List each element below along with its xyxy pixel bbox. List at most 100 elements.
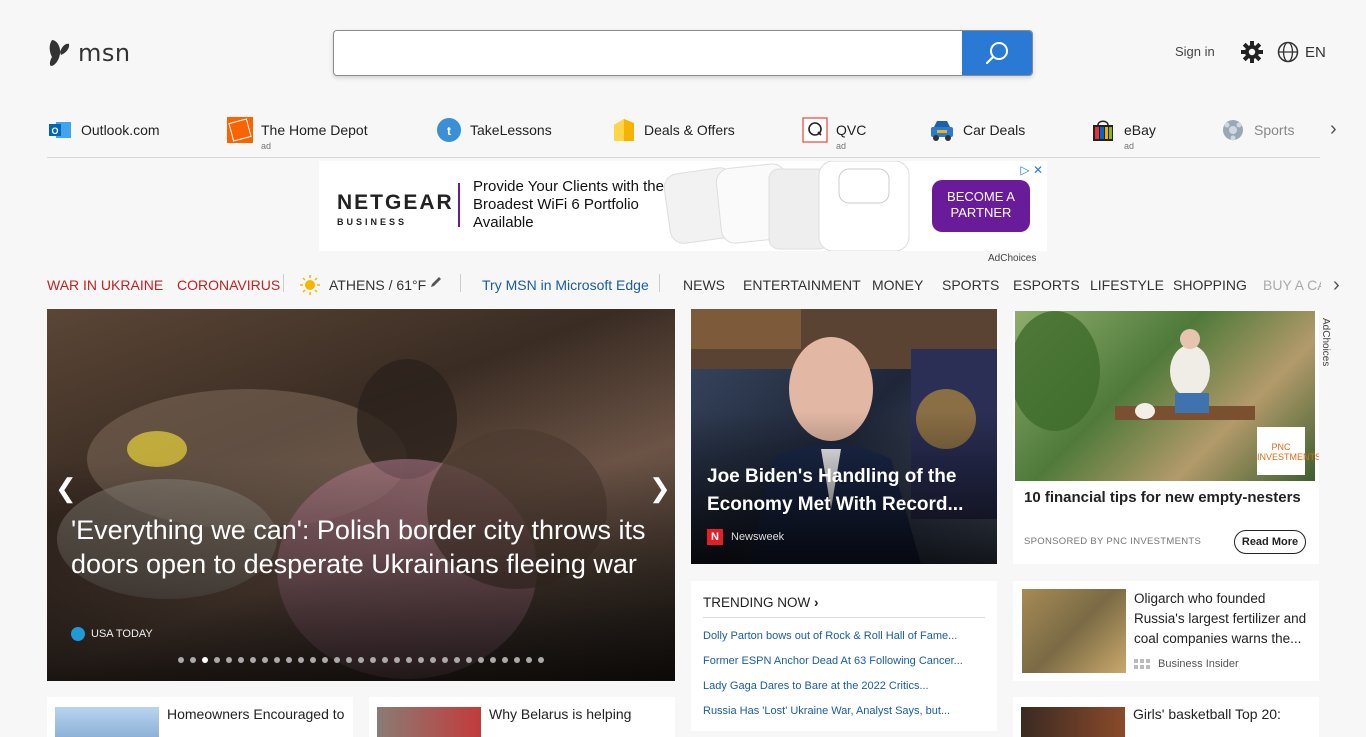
ad-label: ad bbox=[1124, 141, 1135, 151]
carousel-dot[interactable] bbox=[262, 657, 268, 663]
card-headline[interactable]: Girls' basketball Top 20: bbox=[1133, 706, 1281, 722]
nav-coronavirus[interactable]: CORONAVIRUS bbox=[177, 277, 280, 293]
gear-icon[interactable] bbox=[1240, 40, 1264, 64]
source-name: Business Insider bbox=[1158, 658, 1239, 670]
carousel-dot[interactable] bbox=[538, 657, 544, 663]
language-selector[interactable]: EN bbox=[1277, 41, 1326, 63]
carousel-dots bbox=[178, 657, 544, 663]
search-input[interactable] bbox=[334, 31, 964, 75]
hero-carousel[interactable]: ❮ ❯ 'Everything we can': Polish border c… bbox=[47, 309, 675, 681]
card-headline[interactable]: Joe Biden's Handling of the Economy Met … bbox=[707, 463, 987, 519]
quick-link-sports[interactable]: Sports bbox=[1220, 117, 1294, 143]
weather-location[interactable]: ATHENS / 61°F bbox=[329, 277, 426, 293]
nav-sports[interactable]: SPORTS bbox=[942, 277, 999, 293]
news-card-oligarch[interactable]: Oligarch who founded Russia's largest fe… bbox=[1013, 581, 1319, 681]
topic-nav: WAR IN UKRAINE CORONAVIRUS ATHENS / 61°F… bbox=[47, 270, 1340, 300]
news-card[interactable]: Homeowners Encouraged to bbox=[47, 697, 353, 737]
carousel-dot[interactable] bbox=[334, 657, 340, 663]
quick-link-outlook[interactable]: O Outlook.com bbox=[47, 117, 160, 143]
chevron-right-icon[interactable]: › bbox=[1333, 274, 1340, 297]
trending-item[interactable]: Former ESPN Anchor Dead At 63 Following … bbox=[703, 655, 985, 667]
carousel-dot[interactable] bbox=[274, 657, 280, 663]
msn-logo[interactable]: msn bbox=[48, 38, 131, 68]
carousel-dot[interactable] bbox=[358, 657, 364, 663]
trending-heading[interactable]: TRENDING NOW › bbox=[703, 595, 819, 610]
become-partner-button[interactable]: BECOME A PARTNER bbox=[932, 180, 1030, 232]
quick-link-label: Deals & Offers bbox=[644, 122, 735, 138]
card-headline[interactable]: Homeowners Encouraged to bbox=[167, 706, 344, 722]
adchoices-link[interactable]: AdChoices bbox=[988, 253, 1036, 264]
chevron-right-icon[interactable]: ❯ bbox=[649, 473, 671, 504]
sponsored-headline[interactable]: 10 financial tips for new empty-nesters bbox=[1024, 489, 1304, 507]
quick-link-label: Car Deals bbox=[963, 122, 1026, 138]
banner-ad[interactable]: NETGEAR BUSINESS Provide Your Clients wi… bbox=[319, 161, 1047, 251]
pnc-logo: PNC INVESTMENTS bbox=[1257, 427, 1319, 475]
nav-money[interactable]: MONEY bbox=[872, 277, 923, 293]
ad-label: ad bbox=[836, 141, 847, 151]
carousel-dot[interactable] bbox=[322, 657, 328, 663]
carousel-dot[interactable] bbox=[502, 657, 508, 663]
carousel-dot[interactable] bbox=[298, 657, 304, 663]
quick-link-qvc[interactable]: QVC ad bbox=[802, 117, 866, 151]
carousel-dot[interactable] bbox=[466, 657, 472, 663]
chevron-right-icon[interactable]: › bbox=[1330, 118, 1337, 141]
nav-lifestyle[interactable]: LIFESTYLE bbox=[1090, 277, 1164, 293]
read-more-button[interactable]: Read More bbox=[1234, 530, 1306, 554]
quick-link-ebay[interactable]: eBay ad bbox=[1090, 117, 1156, 151]
news-card[interactable]: Girls' basketball Top 20: bbox=[1013, 697, 1319, 737]
quick-link-takelessons[interactable]: t TakeLessons bbox=[436, 117, 552, 143]
source-name: Newsweek bbox=[731, 531, 785, 543]
try-edge-link[interactable]: Try MSN in Microsoft Edge bbox=[482, 277, 649, 293]
business-insider-logo-icon bbox=[1134, 659, 1150, 669]
trending-item[interactable]: Lady Gaga Dares to Bare at the 2022 Crit… bbox=[703, 680, 985, 692]
carousel-dot[interactable] bbox=[202, 657, 208, 663]
nav-war-in-ukraine[interactable]: WAR IN UKRAINE bbox=[47, 277, 163, 293]
card-headline[interactable]: Why Belarus is helping bbox=[489, 706, 631, 722]
quick-link-car-deals[interactable]: Car Deals bbox=[929, 117, 1025, 143]
carousel-dot[interactable] bbox=[190, 657, 196, 663]
house-photo bbox=[55, 707, 159, 737]
quick-link-home-depot[interactable]: The Home Depot ad bbox=[227, 117, 368, 151]
carousel-dot[interactable] bbox=[346, 657, 352, 663]
carousel-dot[interactable] bbox=[382, 657, 388, 663]
svg-text:t: t bbox=[447, 124, 451, 138]
carousel-dot[interactable] bbox=[370, 657, 376, 663]
ad-close-icon[interactable]: ▷ ✕ bbox=[1020, 163, 1043, 177]
carousel-dot[interactable] bbox=[310, 657, 316, 663]
carousel-dot[interactable] bbox=[454, 657, 460, 663]
nav-buy-a-car[interactable]: BUY A CA bbox=[1263, 277, 1321, 293]
hero-headline[interactable]: 'Everything we can': Polish border city … bbox=[71, 513, 661, 581]
news-card[interactable]: Why Belarus is helping bbox=[369, 697, 675, 737]
nav-shopping[interactable]: SHOPPING bbox=[1173, 277, 1247, 293]
carousel-dot[interactable] bbox=[490, 657, 496, 663]
news-card-biden[interactable]: Joe Biden's Handling of the Economy Met … bbox=[691, 309, 997, 564]
adchoices-link[interactable]: AdChoices bbox=[1320, 318, 1331, 366]
carousel-dot[interactable] bbox=[418, 657, 424, 663]
carousel-dot[interactable] bbox=[178, 657, 184, 663]
carousel-dot[interactable] bbox=[238, 657, 244, 663]
trending-item[interactable]: Russia Has 'Lost' Ukraine War, Analyst S… bbox=[703, 705, 985, 717]
wifi-access-points-image bbox=[663, 161, 910, 251]
nav-esports[interactable]: ESPORTS bbox=[1013, 277, 1080, 293]
nav-news[interactable]: NEWS bbox=[683, 277, 725, 293]
pencil-icon[interactable] bbox=[429, 275, 443, 292]
carousel-dot[interactable] bbox=[250, 657, 256, 663]
carousel-dot[interactable] bbox=[286, 657, 292, 663]
carousel-dot[interactable] bbox=[406, 657, 412, 663]
carousel-dot[interactable] bbox=[226, 657, 232, 663]
carousel-dot[interactable] bbox=[478, 657, 484, 663]
card-headline[interactable]: Oligarch who founded Russia's largest fe… bbox=[1134, 589, 1314, 649]
search-button[interactable] bbox=[962, 31, 1032, 75]
quick-link-deals[interactable]: Deals & Offers bbox=[610, 117, 735, 143]
sign-in-link[interactable]: Sign in bbox=[1175, 44, 1215, 59]
carousel-dot[interactable] bbox=[442, 657, 448, 663]
chevron-left-icon[interactable]: ❮ bbox=[55, 473, 77, 504]
carousel-dot[interactable] bbox=[526, 657, 532, 663]
carousel-dot[interactable] bbox=[214, 657, 220, 663]
carousel-dot[interactable] bbox=[514, 657, 520, 663]
sponsored-card[interactable]: PNC INVESTMENTS 10 financial tips for ne… bbox=[1013, 311, 1319, 564]
carousel-dot[interactable] bbox=[394, 657, 400, 663]
trending-item[interactable]: Dolly Parton bows out of Rock & Roll Hal… bbox=[703, 630, 985, 642]
carousel-dot[interactable] bbox=[430, 657, 436, 663]
nav-entertainment[interactable]: ENTERTAINMENT bbox=[743, 277, 861, 293]
